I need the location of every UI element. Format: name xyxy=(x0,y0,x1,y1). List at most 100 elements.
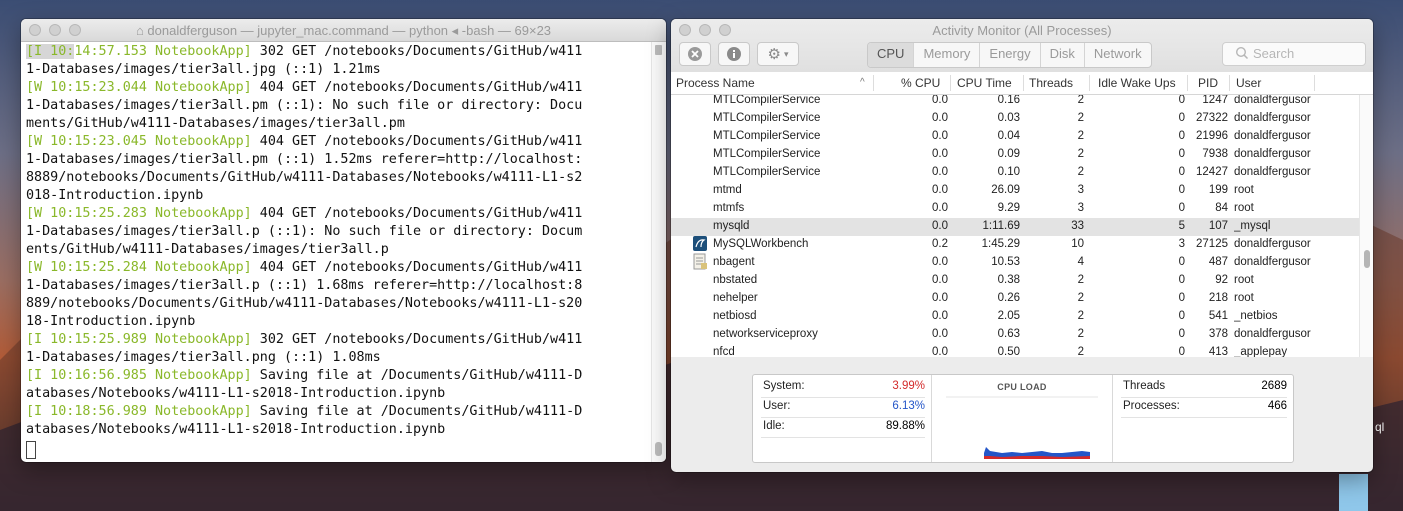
inspect-process-button[interactable] xyxy=(718,42,750,66)
cpu-stats-panel: System: 3.99% User: 6.13% Idle: 89.88% C… xyxy=(752,374,1294,463)
cpu-load-graph: CPU LOAD xyxy=(932,375,1113,462)
cell-time: 0.04 xyxy=(997,130,1020,142)
cell-idle: 0 xyxy=(1178,112,1185,124)
table-row[interactable]: nfcd 0.0 0.50 2 0 413 _applepay xyxy=(671,344,1359,357)
column-header-user[interactable]: User xyxy=(1236,76,1261,90)
cell-name: MySQLWorkbench xyxy=(713,238,809,250)
table-row[interactable]: mtmfs 0.0 9.29 3 0 84 root xyxy=(671,200,1359,218)
log-tag: [I 10:18:56.989 NotebookApp] xyxy=(26,404,252,419)
table-row[interactable]: nehelper 0.0 0.26 2 0 218 root xyxy=(671,290,1359,308)
column-separator xyxy=(1314,75,1315,91)
tab-network[interactable]: Network xyxy=(1085,43,1151,67)
desktop-widget[interactable] xyxy=(1339,474,1368,511)
terminal-line: 018-Introduction.ipynb xyxy=(26,187,652,205)
table-row[interactable]: nbagent 0.0 10.53 4 0 487 donaldfergusor xyxy=(671,253,1359,272)
log-text: 404 GET /notebooks/Documents/GitHub/w411 xyxy=(251,134,583,149)
stop-process-button[interactable] xyxy=(679,42,711,66)
cell-threads: 2 xyxy=(1077,328,1084,340)
log-tag: [I 10:14:57.153 NotebookApp] xyxy=(26,44,252,59)
log-text: 1-Databases/images/tier3all.png (::1) 1.… xyxy=(26,350,381,365)
table-row[interactable]: MTLCompilerService 0.0 0.03 2 0 27322 donaldfe… xyxy=(671,110,1359,128)
idle-value: 89.88% xyxy=(885,420,925,432)
tab-cpu[interactable]: CPU xyxy=(868,43,915,67)
sort-ascending-icon: ^ xyxy=(860,77,865,88)
search-input[interactable]: Search xyxy=(1222,42,1366,66)
column-header-threads[interactable]: Threads xyxy=(1029,76,1073,90)
cell-cpu: 0.0 xyxy=(932,202,948,214)
cell-idle: 0 xyxy=(1178,274,1185,286)
cell-time: 0.63 xyxy=(997,328,1020,340)
column-header-idle-wake-ups[interactable]: Idle Wake Ups xyxy=(1098,76,1176,90)
cell-threads: 2 xyxy=(1077,274,1084,286)
cell-threads: 3 xyxy=(1077,184,1084,196)
log-text: Saving file at /Documents/GitHub/w4111-D xyxy=(251,368,583,383)
cell-time: 1:11.69 xyxy=(982,220,1020,232)
gear-icon: ⚙ xyxy=(767,46,781,63)
cell-threads: 10 xyxy=(1071,238,1084,250)
table-row[interactable]: mtmd 0.0 26.09 3 0 199 root xyxy=(671,182,1359,200)
cell-user: donaldfergusor xyxy=(1234,328,1311,340)
terminal-line: 1-Databases/images/tier3all.p (::1): No … xyxy=(26,223,652,241)
table-row[interactable]: MTLCompilerService 0.0 0.10 2 0 12427 donaldfe… xyxy=(671,164,1359,182)
cpu-load-chart xyxy=(946,396,1098,459)
activity-monitor-window[interactable]: Activity Monitor (All Processes) ⚙ ▾ CPU… xyxy=(671,19,1373,472)
cell-pid: 218 xyxy=(1208,292,1228,304)
action-menu-button[interactable]: ⚙ ▾ xyxy=(757,42,799,66)
table-row[interactable]: mysqld 0.0 1:11.69 33 5 107 _mysql xyxy=(671,218,1359,236)
table-row[interactable]: networkserviceproxy 0.0 0.63 2 0 378 donaldfer… xyxy=(671,326,1359,344)
table-row[interactable]: nbstated 0.0 0.38 2 0 92 root xyxy=(671,272,1359,290)
table-row[interactable]: MTLCompilerService 0.0 0.09 2 0 7938 donaldfer… xyxy=(671,146,1359,164)
table-row[interactable]: MySQLWorkbench 0.2 1:45.29 10 3 27125 donaldfe… xyxy=(671,236,1359,254)
terminal-window[interactable]: ⌂ donaldferguson — jupyter_mac.command —… xyxy=(21,19,666,462)
terminal-output[interactable]: [I 10:14:57.153 NotebookApp] 302 GET /no… xyxy=(21,42,652,462)
terminal-titlebar[interactable]: ⌂ donaldferguson — jupyter_mac.command —… xyxy=(21,19,666,42)
table-row[interactable]: MTLCompilerService 0.0 0.16 2 0 1247 donaldfer… xyxy=(671,95,1359,110)
cell-user: donaldfergusor xyxy=(1234,238,1311,250)
tab-disk[interactable]: Disk xyxy=(1041,43,1085,67)
processes-stat: Processes: 466 xyxy=(1123,400,1287,412)
log-text: 1-Databases/images/tier3all.p (::1): No … xyxy=(26,224,583,239)
column-header-cpu[interactable]: % CPU xyxy=(901,76,940,90)
log-text: 1-Databases/images/tier3all.p (::1) 1.68… xyxy=(26,278,583,293)
log-tag: [I 10:16:56.985 NotebookApp] xyxy=(26,368,252,383)
cell-idle: 0 xyxy=(1178,292,1185,304)
table-row[interactable]: netbiosd 0.0 2.05 2 0 541 _netbios xyxy=(671,308,1359,326)
cell-idle: 0 xyxy=(1178,346,1185,357)
table-row[interactable]: MTLCompilerService 0.0 0.04 2 0 21996 donaldfe… xyxy=(671,128,1359,146)
process-table-scrollbar[interactable] xyxy=(1359,95,1373,357)
tab-memory[interactable]: Memory xyxy=(914,43,981,67)
tab-energy[interactable]: Energy xyxy=(980,43,1041,67)
log-text: 404 GET /notebooks/Documents/GitHub/w411 xyxy=(251,206,583,221)
terminal-line: [W 10:15:25.283 NotebookApp] 404 GET /no… xyxy=(26,205,652,223)
divider xyxy=(1121,417,1287,418)
cell-user: donaldfergusor xyxy=(1234,112,1311,124)
log-tag: [W 10:15:25.283 NotebookApp] xyxy=(26,206,252,221)
cell-pid: 92 xyxy=(1215,274,1228,286)
cell-cpu: 0.0 xyxy=(932,166,948,178)
process-table[interactable]: MTLCompilerService 0.0 0.16 2 0 1247 donaldfer… xyxy=(671,95,1359,357)
desktop-label: ql xyxy=(1375,420,1385,434)
terminal-line: [I 10:18:56.989 NotebookApp] Saving file… xyxy=(26,403,652,421)
cell-name: nfcd xyxy=(713,346,735,357)
log-text: 1-Databases/images/tier3all.pm (::1) 1.5… xyxy=(26,152,583,167)
terminal-line: 889/notebooks/Documents/GitHub/w4111-Dat… xyxy=(26,295,652,313)
cell-idle: 0 xyxy=(1178,166,1185,178)
cpu-usage-summary: System: 3.99% User: 6.13% Idle: 89.88% xyxy=(753,375,932,462)
column-header-cpu-time[interactable]: CPU Time xyxy=(957,76,1012,90)
terminal-line: [W 10:15:23.045 NotebookApp] 404 GET /no… xyxy=(26,133,652,151)
cell-user: donaldfergusor xyxy=(1234,148,1311,160)
cell-name: MTLCompilerService xyxy=(713,148,821,160)
cell-name: MTLCompilerService xyxy=(713,112,821,124)
cell-idle: 0 xyxy=(1178,184,1185,196)
scroll-thumb[interactable] xyxy=(1364,250,1370,268)
terminal-scrollbar[interactable] xyxy=(651,42,666,462)
cell-threads: 2 xyxy=(1077,292,1084,304)
prompt-line[interactable] xyxy=(26,439,652,459)
cell-time: 10.53 xyxy=(991,256,1020,268)
cell-user: root xyxy=(1234,184,1254,196)
column-header-name[interactable]: Process Name xyxy=(676,76,755,90)
info-icon xyxy=(727,47,741,61)
cell-user: donaldfergusor xyxy=(1234,95,1311,106)
column-header-pid[interactable]: PID xyxy=(1198,76,1218,90)
scroll-thumb[interactable] xyxy=(655,442,662,456)
